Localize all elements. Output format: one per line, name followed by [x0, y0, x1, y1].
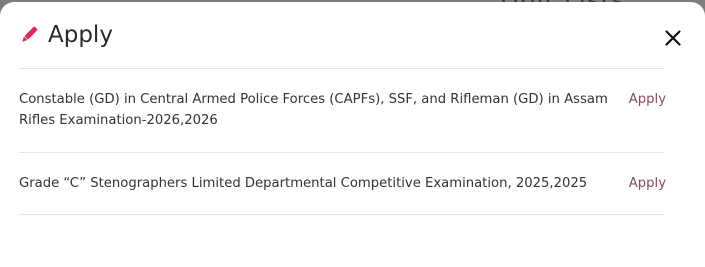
modal-title: Apply	[48, 22, 113, 48]
close-icon[interactable]	[664, 29, 682, 47]
divider	[19, 152, 665, 153]
list-item: Constable (GD) in Central Armed Police F…	[19, 89, 666, 133]
apply-modal: Apply Constable (GD) in Central Armed Po…	[0, 2, 705, 267]
divider	[19, 68, 665, 69]
modal-header: Apply	[0, 2, 705, 68]
pencil-icon	[22, 26, 38, 42]
divider	[19, 214, 665, 215]
exam-title: Grade “C” Stenographers Limited Departme…	[19, 176, 588, 191]
apply-link[interactable]: Apply	[629, 89, 666, 110]
exam-title: Constable (GD) in Central Armed Police F…	[19, 92, 608, 128]
list-item: Grade “C” Stenographers Limited Departme…	[19, 173, 666, 195]
apply-link[interactable]: Apply	[629, 173, 666, 194]
